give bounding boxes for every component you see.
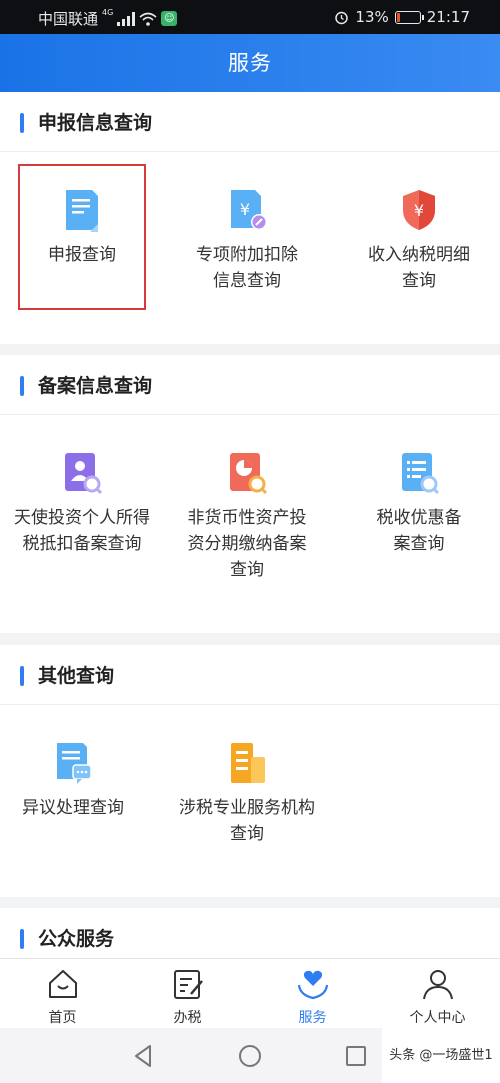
tab-label: 办税 (173, 1010, 202, 1026)
document-icon (62, 188, 102, 232)
tab-home[interactable]: 首页 (0, 959, 125, 1029)
section-filing-query: 备案信息查询 天使投资个人所得税抵扣备案查询 非货币性资产投资分期缴纳备案查询 … (0, 355, 500, 633)
building-icon (227, 741, 267, 785)
alarm-icon (335, 11, 349, 24)
list-search-icon (399, 451, 440, 495)
wifi-icon (139, 12, 157, 26)
network-type: 4G (102, 8, 114, 17)
section-declaration-query: 申报信息查询 申报查询 ¥ 专项附加扣除信息查询 ¥ 收入纳税明细查询 (0, 92, 500, 344)
recent-apps-icon[interactable] (345, 1045, 367, 1067)
section-title: 其他查询 (38, 665, 115, 687)
service-item-label: 收入纳税明细查询 (368, 245, 470, 291)
section-header: 申报信息查询 (0, 92, 500, 152)
service-item-tax-preference-filing[interactable]: 税收优惠备案查询 (338, 451, 500, 557)
yen-document-edit-icon: ¥ (227, 188, 267, 232)
pie-chart-search-icon (227, 451, 268, 495)
service-item-label: 税收优惠备案查询 (376, 508, 462, 554)
carrier-name: 中国联通 (38, 10, 99, 28)
battery-percent: 13% (355, 8, 389, 26)
yen-shield-icon: ¥ (399, 188, 439, 232)
home-circle-icon[interactable] (238, 1044, 262, 1068)
person-search-icon (62, 451, 103, 495)
section-accent-bar (20, 929, 24, 949)
service-item-income-tax-detail[interactable]: ¥ 收入纳税明细查询 (338, 188, 500, 294)
service-item-label: 异议处理查询 (22, 798, 124, 818)
tab-profile[interactable]: 个人中心 (375, 959, 500, 1029)
tab-label: 个人中心 (409, 1010, 466, 1026)
section-header[interactable]: 公众服务 (0, 908, 500, 958)
section-header: 其他查询 (0, 645, 500, 705)
watermark: 头条 @一场盛世1 (382, 1028, 500, 1083)
section-public-service: 公众服务 (0, 908, 500, 958)
section-accent-bar (20, 113, 24, 133)
section-accent-bar (20, 666, 24, 686)
service-item-non-monetary-asset[interactable]: 非货币性资产投资分期缴纳备案查询 (165, 451, 329, 583)
user-icon (422, 970, 453, 1000)
svg-text:¥: ¥ (414, 201, 424, 220)
status-bar: 中国联通 4G ☺ 13% 21:17 (0, 0, 500, 34)
service-item-objection-query[interactable]: 异议处理查询 (0, 741, 146, 821)
service-item-label: 天使投资个人所得税抵扣备案查询 (14, 508, 150, 554)
heart-hands-icon (297, 970, 328, 1000)
service-item-label: 涉税专业服务机构查询 (179, 798, 315, 844)
page-header: 服务 (0, 34, 500, 92)
home-icon (48, 970, 77, 998)
tab-label: 服务 (298, 1010, 327, 1026)
service-item-tax-service-agency[interactable]: 涉税专业服务机构查询 (165, 741, 329, 847)
page-title: 服务 (228, 51, 272, 75)
service-item-special-deduction-query[interactable]: ¥ 专项附加扣除信息查询 (165, 188, 329, 294)
service-item-angel-investment[interactable]: 天使投资个人所得税抵扣备案查询 (0, 451, 164, 557)
edit-document-icon (173, 970, 203, 999)
document-chat-icon (53, 741, 93, 785)
battery-icon (394, 10, 424, 24)
service-item-declaration-query[interactable]: 申报查询 (0, 188, 164, 268)
system-nav-bar: 头条 @一场盛世1 (0, 1028, 500, 1083)
bottom-tab-bar: 首页 办税 服务 个人中心 (0, 958, 500, 1028)
notification-app-icon: ☺ (161, 11, 178, 26)
section-title: 申报信息查询 (38, 112, 153, 134)
section-other-query: 其他查询 异议处理查询 涉税专业服务机构查询 (0, 645, 500, 897)
back-icon[interactable] (132, 1044, 154, 1068)
section-header: 备案信息查询 (0, 355, 500, 415)
service-item-label: 专项附加扣除信息查询 (196, 245, 298, 291)
service-item-label: 申报查询 (48, 245, 116, 265)
svg-text:¥: ¥ (240, 200, 250, 219)
section-title: 备案信息查询 (38, 375, 153, 397)
service-item-label: 非货币性资产投资分期缴纳备案查询 (187, 508, 307, 580)
tab-label: 首页 (48, 1010, 77, 1026)
tab-tax[interactable]: 办税 (125, 959, 250, 1029)
section-accent-bar (20, 376, 24, 396)
signal-icon (117, 11, 136, 26)
section-title: 公众服务 (38, 928, 115, 950)
tab-service[interactable]: 服务 (250, 959, 375, 1029)
clock: 21:17 (426, 8, 470, 26)
